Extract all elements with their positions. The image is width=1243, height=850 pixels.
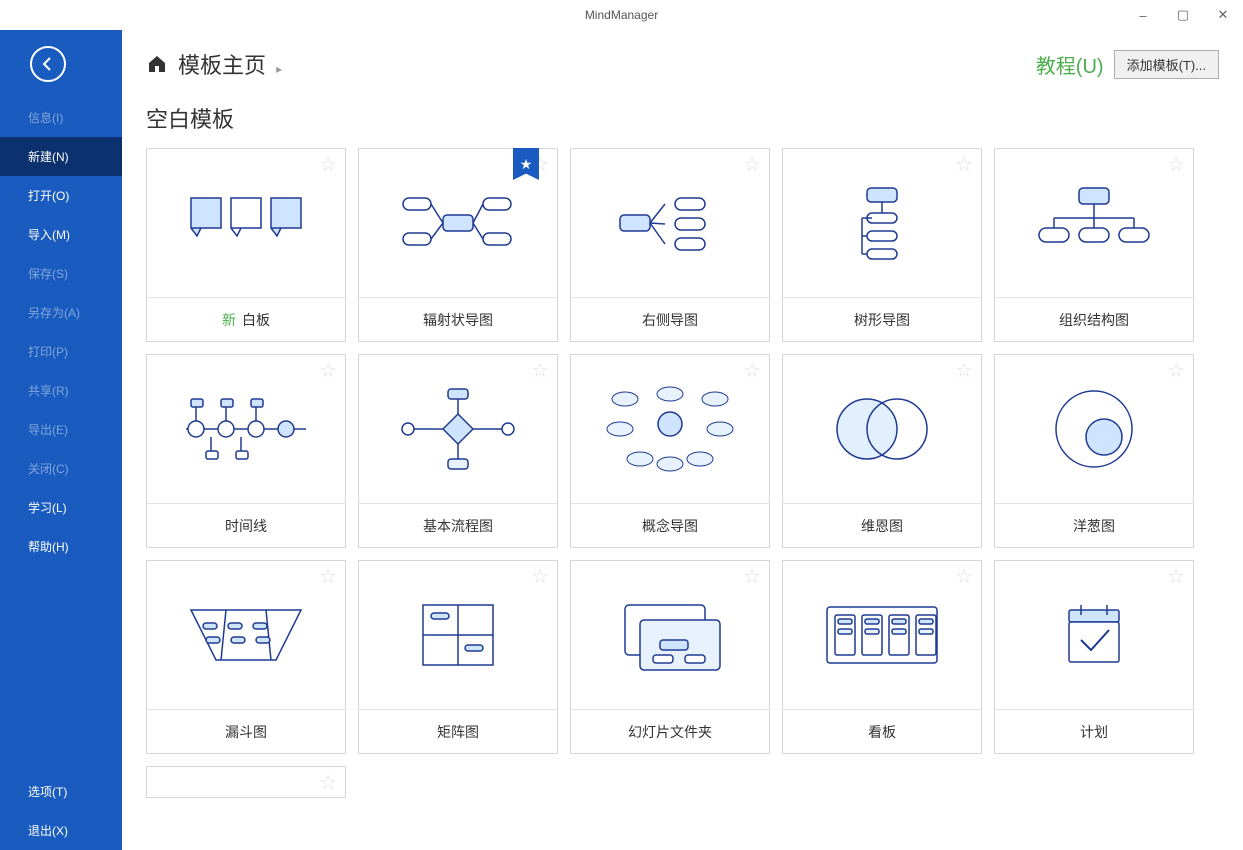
template-title: 计划 xyxy=(995,709,1193,753)
sidebar-item-1[interactable]: 新建(N) xyxy=(0,137,122,176)
sidebar-item-5[interactable]: 另存为(A) xyxy=(0,293,122,332)
template-thumbnail: ☆ xyxy=(783,355,981,503)
template-card-timeline[interactable]: ☆ 时间线 xyxy=(146,354,346,548)
minimize-button[interactable]: – xyxy=(1123,0,1163,30)
favorite-icon[interactable]: ☆ xyxy=(743,361,761,381)
template-title: 洋葱图 xyxy=(995,503,1193,547)
favorite-icon[interactable]: ☆ xyxy=(955,155,973,175)
sidebar-item-9[interactable]: 关闭(C) xyxy=(0,449,122,488)
home-icon[interactable] xyxy=(146,54,168,74)
template-card[interactable]: ☆ xyxy=(146,766,346,798)
template-thumbnail: ☆ xyxy=(571,149,769,297)
sidebar-item-11[interactable]: 帮助(H) xyxy=(0,527,122,566)
favorite-icon[interactable]: ☆ xyxy=(531,361,549,381)
template-title: 辐射状导图 xyxy=(359,297,557,341)
sidebar-item-7[interactable]: 共享(R) xyxy=(0,371,122,410)
favorite-icon[interactable]: ☆ xyxy=(1167,155,1185,175)
app-title: MindManager xyxy=(585,8,658,22)
template-card-whiteboard[interactable]: ☆ 新白板 xyxy=(146,148,346,342)
template-thumbnail: ☆ xyxy=(359,355,557,503)
sidebar-item-4[interactable]: 保存(S) xyxy=(0,254,122,293)
sidebar-item-10[interactable]: 学习(L) xyxy=(0,488,122,527)
template-card-flowchart[interactable]: ☆ 基本流程图 xyxy=(358,354,558,548)
template-title: 新白板 xyxy=(147,297,345,341)
template-card-right-map[interactable]: ☆ 右侧导图 xyxy=(570,148,770,342)
template-card-org[interactable]: ☆ 组织结构图 xyxy=(994,148,1194,342)
favorite-icon[interactable]: ☆ xyxy=(743,567,761,587)
breadcrumb[interactable]: 模板主页 ▸ xyxy=(178,48,282,80)
favorite-icon[interactable]: ☆ xyxy=(531,567,549,587)
template-thumbnail: ☆ xyxy=(995,149,1193,297)
template-card-radial[interactable]: ☆ ★ 辐射状导图 xyxy=(358,148,558,342)
template-title: 基本流程图 xyxy=(359,503,557,547)
template-thumbnail: ☆ xyxy=(359,561,557,709)
sidebar-footer-item-1[interactable]: 退出(X) xyxy=(0,811,122,850)
breadcrumb-label: 模板主页 xyxy=(178,53,266,78)
template-title: 概念导图 xyxy=(571,503,769,547)
favorite-icon[interactable]: ☆ xyxy=(319,773,337,793)
template-card-venn[interactable]: ☆ 维恩图 xyxy=(782,354,982,548)
template-card-tree[interactable]: ☆ 树形导图 xyxy=(782,148,982,342)
favorite-icon[interactable]: ☆ xyxy=(319,361,337,381)
template-card-matrix[interactable]: ☆ 矩阵图 xyxy=(358,560,558,754)
template-card-slides[interactable]: ☆ 幻灯片文件夹 xyxy=(570,560,770,754)
template-thumbnail: ☆ xyxy=(571,561,769,709)
new-badge: 新 xyxy=(222,310,236,330)
content-header: 模板主页 ▸ 教程(U) 添加模板(T)... xyxy=(122,30,1243,94)
add-templates-button[interactable]: 添加模板(T)... xyxy=(1114,50,1219,79)
template-thumbnail: ☆ xyxy=(147,149,345,297)
template-title: 看板 xyxy=(783,709,981,753)
sidebar-footer-item-0[interactable]: 选项(T) xyxy=(0,772,122,811)
template-thumbnail: ☆ xyxy=(783,149,981,297)
favorite-icon[interactable]: ☆ xyxy=(743,155,761,175)
sidebar-item-3[interactable]: 导入(M) xyxy=(0,215,122,254)
sidebar-item-2[interactable]: 打开(O) xyxy=(0,176,122,215)
template-thumbnail: ☆ xyxy=(995,355,1193,503)
maximize-button[interactable]: ▢ xyxy=(1163,0,1203,30)
section-title-blank: 空白模板 xyxy=(146,94,1235,148)
close-button[interactable]: ✕ xyxy=(1203,0,1243,30)
favorite-icon[interactable]: ☆ xyxy=(1167,361,1185,381)
template-scroll-area[interactable]: 空白模板 ☆ 新白板 ☆ ★ 辐射状导图 ☆ 右侧导图 ☆ 树形导图 ☆ xyxy=(122,94,1243,850)
favorite-icon[interactable]: ☆ xyxy=(1167,567,1185,587)
template-card-plan[interactable]: ☆ 计划 xyxy=(994,560,1194,754)
template-title: 维恩图 xyxy=(783,503,981,547)
titlebar: MindManager – ▢ ✕ xyxy=(0,0,1243,30)
template-title: 组织结构图 xyxy=(995,297,1193,341)
template-title: 幻灯片文件夹 xyxy=(571,709,769,753)
template-thumbnail: ☆ xyxy=(995,561,1193,709)
favorite-icon[interactable]: ☆ xyxy=(955,361,973,381)
template-card-kanban[interactable]: ☆ 看板 xyxy=(782,560,982,754)
favorite-icon[interactable]: ☆ xyxy=(955,567,973,587)
favorite-icon[interactable]: ☆ xyxy=(319,567,337,587)
template-card-funnel[interactable]: ☆ 漏斗图 xyxy=(146,560,346,754)
window-controls: – ▢ ✕ xyxy=(1123,0,1243,30)
template-title: 漏斗图 xyxy=(147,709,345,753)
tutorials-link[interactable]: 教程(U) xyxy=(1036,50,1104,79)
template-thumbnail: ☆ xyxy=(571,355,769,503)
breadcrumb-caret-icon: ▸ xyxy=(276,62,282,76)
back-button[interactable] xyxy=(0,30,122,98)
template-title: 时间线 xyxy=(147,503,345,547)
template-title: 矩阵图 xyxy=(359,709,557,753)
template-thumbnail: ☆ xyxy=(147,561,345,709)
template-card-concept[interactable]: ☆ 概念导图 xyxy=(570,354,770,548)
template-thumbnail: ☆ xyxy=(147,355,345,503)
sidebar: 信息(I)新建(N)打开(O)导入(M)保存(S)另存为(A)打印(P)共享(R… xyxy=(0,30,122,850)
sidebar-item-6[interactable]: 打印(P) xyxy=(0,332,122,371)
template-title: 右侧导图 xyxy=(571,297,769,341)
template-thumbnail: ☆ xyxy=(783,561,981,709)
favorite-icon[interactable]: ☆ xyxy=(319,155,337,175)
back-arrow-icon xyxy=(30,46,66,82)
sidebar-item-0[interactable]: 信息(I) xyxy=(0,98,122,137)
template-title: 树形导图 xyxy=(783,297,981,341)
template-thumbnail: ☆ ★ xyxy=(359,149,557,297)
template-card-onion[interactable]: ☆ 洋葱图 xyxy=(994,354,1194,548)
content-area: 模板主页 ▸ 教程(U) 添加模板(T)... 空白模板 ☆ 新白板 ☆ ★ 辐… xyxy=(122,30,1243,850)
sidebar-item-8[interactable]: 导出(E) xyxy=(0,410,122,449)
